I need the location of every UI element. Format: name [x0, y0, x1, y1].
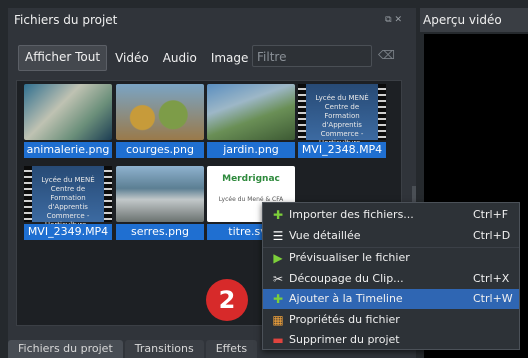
- step-number-badge: 2: [206, 279, 248, 321]
- clear-filter-icon[interactable]: ⌫: [378, 48, 395, 62]
- menu-item-label: Supprimer du projet: [289, 333, 400, 346]
- filter-bar: Afficher Tout Vidéo Audio Image: [18, 44, 254, 72]
- tab-project-files[interactable]: Fichiers du projet: [8, 340, 123, 358]
- plus-icon: ✚: [272, 208, 284, 222]
- menu-item-label: Vue détaillée: [289, 229, 361, 242]
- project-files-title: Fichiers du projet: [14, 13, 118, 27]
- video-preview-header: Aperçu vidéo: [420, 8, 528, 32]
- file-thumbnail: Lycée du MENÉ Centre de Formation d'Appr…: [24, 166, 112, 238]
- tab-effects[interactable]: Effets: [205, 340, 258, 358]
- menu-item-shortcut: Ctrl+X: [473, 272, 510, 285]
- menu-item-detailed-view[interactable]: ☰ Vue détaillée Ctrl+D: [263, 226, 519, 246]
- menu-item-label: Propriétés du fichier: [289, 313, 400, 326]
- filter-audio-button[interactable]: Audio: [157, 46, 203, 70]
- menu-item-preview-file[interactable]: ▶ Prévisualiser le fichier: [263, 248, 519, 268]
- filter-video-button[interactable]: Vidéo: [109, 46, 155, 70]
- menu-item-shortcut: Ctrl+F: [473, 208, 509, 221]
- menu-item-shortcut: Ctrl+W: [473, 292, 513, 305]
- filter-show-all-button[interactable]: Afficher Tout: [18, 45, 108, 71]
- project-files-title-bar: Fichiers du projet ⧉ ✕: [8, 8, 408, 32]
- menu-item-file-properties[interactable]: ▦ Propriétés du fichier: [263, 310, 519, 330]
- list-view-icon: ☰: [272, 229, 284, 243]
- menu-item-remove-from-project[interactable]: ▬ Supprimer du projet: [263, 330, 519, 350]
- filter-image-button[interactable]: Image: [205, 46, 255, 70]
- file-item[interactable]: Lycée du MENÉ Centre de Formation d'Appr…: [24, 166, 112, 244]
- menu-item-label: Prévisualiser le fichier: [289, 251, 410, 264]
- file-name: courges.png: [116, 142, 204, 158]
- file-name: jardin.png: [207, 142, 295, 158]
- app-window: Fichiers du projet ⧉ ✕ Afficher Tout Vid…: [0, 0, 528, 358]
- file-thumbnail: [116, 166, 204, 222]
- plus-icon: ✚: [272, 292, 284, 306]
- panel-dock-icons[interactable]: ⧉ ✕: [385, 8, 402, 32]
- tab-transitions[interactable]: Transitions: [124, 340, 204, 358]
- file-name: animalerie.png: [24, 142, 112, 158]
- film-strip-icon: [24, 166, 32, 222]
- play-icon: ▶: [273, 251, 283, 265]
- menu-item-label: Ajouter à la Timeline: [289, 292, 403, 305]
- thumbnail-title: Merdrignac: [222, 174, 280, 184]
- file-thumbnail: [207, 84, 295, 140]
- film-strip-icon: [298, 84, 306, 140]
- properties-icon: ▦: [272, 313, 284, 327]
- file-name: serres.png: [116, 224, 204, 240]
- file-name: MVI_2349.MP4: [24, 224, 112, 240]
- film-strip-icon: [104, 166, 112, 222]
- menu-item-shortcut: Ctrl+D: [473, 229, 511, 242]
- file-item[interactable]: jardin.png: [207, 84, 295, 162]
- filter-input[interactable]: Filtre: [252, 45, 372, 67]
- menu-item-import-files[interactable]: ✚ Importer des fichiers... Ctrl+F: [263, 205, 519, 225]
- file-item[interactable]: serres.png: [116, 166, 204, 244]
- file-item[interactable]: courges.png: [116, 84, 204, 162]
- scissors-icon: ✂: [272, 272, 284, 286]
- file-item[interactable]: animalerie.png: [24, 84, 112, 162]
- file-item[interactable]: Lycée du MENÉ Centre de Formation d'Appr…: [298, 84, 386, 162]
- file-thumbnail: [24, 84, 112, 140]
- film-strip-icon: [378, 84, 386, 140]
- file-thumbnail: [116, 84, 204, 140]
- menu-item-add-to-timeline[interactable]: ✚ Ajouter à la Timeline Ctrl+W: [263, 289, 519, 309]
- file-name: MVI_2348.MP4: [298, 142, 386, 158]
- minus-icon: ▬: [272, 333, 284, 347]
- context-menu: ✚ Importer des fichiers... Ctrl+F ☰ Vue …: [262, 202, 520, 350]
- menu-item-split-clip[interactable]: ✂ Découpage du Clip... Ctrl+X: [263, 269, 519, 289]
- file-thumbnail: Lycée du MENÉ Centre de Formation d'Appr…: [298, 84, 386, 156]
- menu-item-label: Importer des fichiers...: [289, 208, 414, 221]
- video-preview-title: Aperçu vidéo: [423, 13, 502, 27]
- menu-item-label: Découpage du Clip...: [289, 272, 404, 285]
- bottom-tabs: Fichiers du projet Transitions Effets: [8, 340, 258, 358]
